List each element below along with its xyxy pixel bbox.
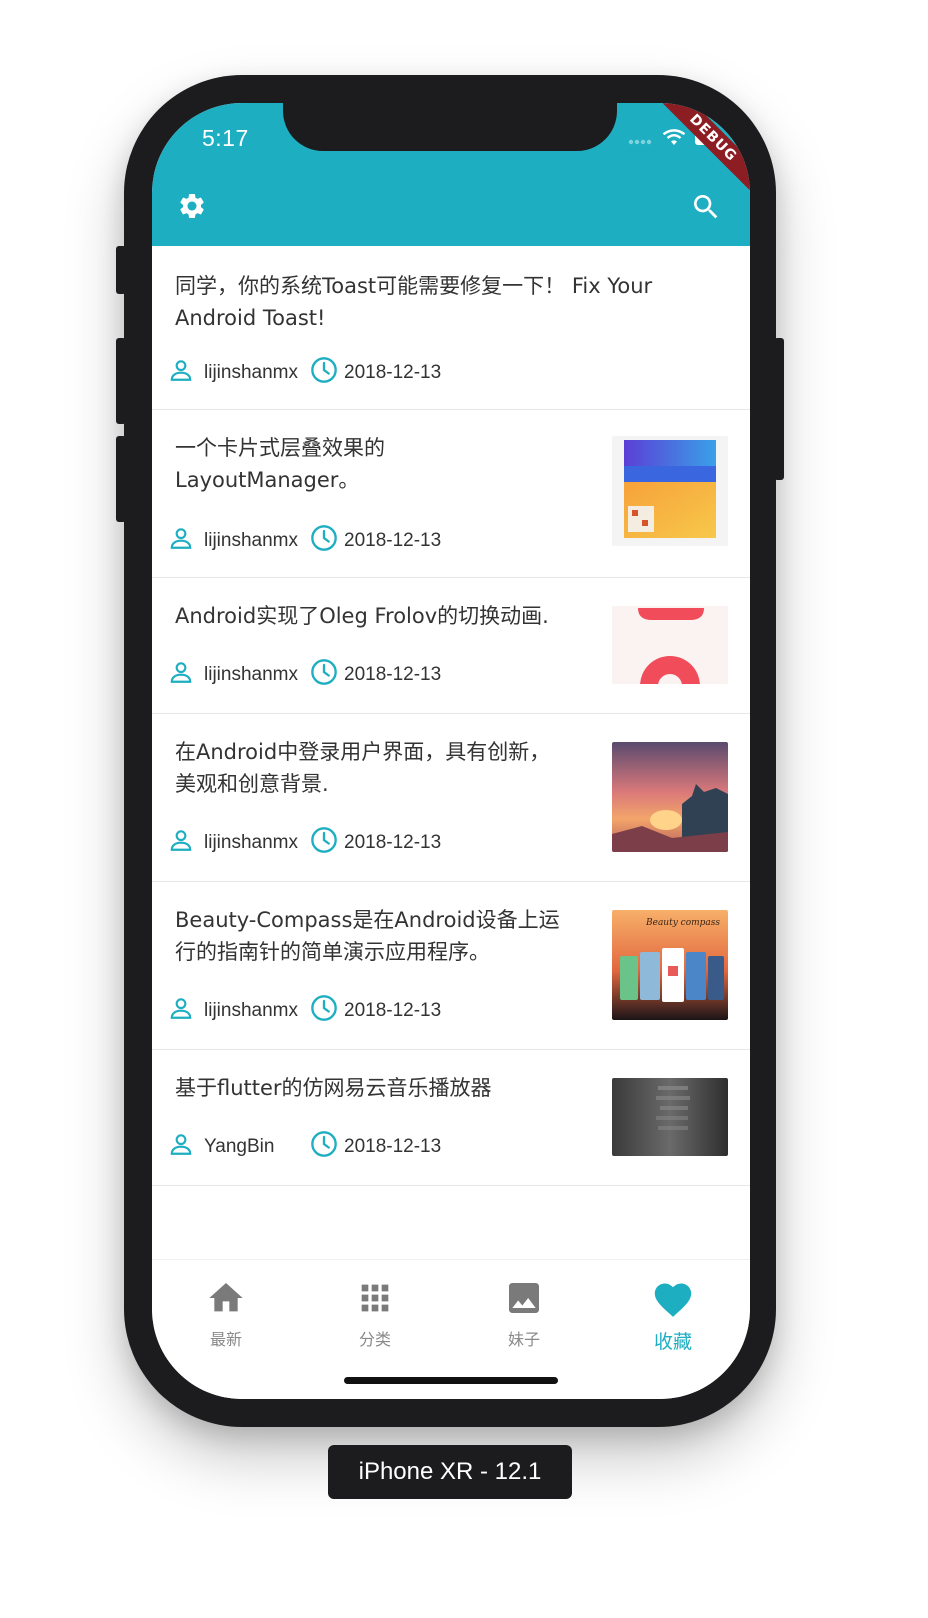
person-icon [168, 827, 194, 859]
article-thumbnail [612, 436, 728, 546]
clock-icon [310, 658, 338, 692]
list-item[interactable]: 一个卡片式层叠效果的 LayoutManager。 lijinshanmx 20… [152, 410, 750, 578]
status-time: 5:17 [202, 125, 249, 151]
clock-icon [310, 994, 338, 1028]
article-date: 2018-12-13 [344, 664, 442, 685]
article-meta: lijinshanmx 2018-12-13 [168, 524, 441, 558]
article-title: Beauty-Compass是在Android设备上运 行的指南针的简单演示应用… [175, 908, 560, 964]
nav-item-girls[interactable]: 妹子 [464, 1278, 584, 1350]
article-author: lijinshanmx [204, 1000, 298, 1021]
list-item[interactable]: 基于flutter的仿网易云音乐播放器 YangBin 2018-12-13 [152, 1050, 750, 1186]
person-icon [168, 357, 194, 389]
article-author: YangBin [204, 1136, 275, 1157]
article-title: 同学，你的系统Toast可能需要修复一下！ Fix Your Android T… [175, 274, 653, 330]
article-author: lijinshanmx [204, 530, 298, 551]
volume-down-button [116, 436, 126, 522]
list-item[interactable]: Android实现了Oleg Frolov的切换动画. lijinshanmx … [152, 578, 750, 714]
article-meta: lijinshanmx 2018-12-13 [168, 994, 441, 1028]
phone-screen: 5:17 DEBUG 同学，你的系统Toast可能需要修复一下！ Fix You… [152, 103, 750, 1399]
person-icon [168, 995, 194, 1027]
person-icon [168, 1131, 194, 1163]
list-item[interactable]: Beauty-Compass是在Android设备上运 行的指南针的简单演示应用… [152, 882, 750, 1050]
article-author: lijinshanmx [204, 832, 298, 853]
article-date: 2018-12-13 [344, 362, 442, 383]
article-meta: lijinshanmx 2018-12-13 [168, 356, 441, 390]
article-title: Android实现了Oleg Frolov的切换动画. [175, 604, 549, 628]
grid-icon [315, 1278, 435, 1322]
article-meta: lijinshanmx 2018-12-13 [168, 826, 441, 860]
search-icon[interactable] [690, 191, 720, 221]
nav-label-latest: 最新 [209, 1330, 242, 1349]
clock-icon [310, 826, 338, 860]
heart-icon [613, 1278, 733, 1323]
article-thumbnail [612, 742, 728, 852]
image-icon [464, 1278, 584, 1322]
article-title: 在Android中登录用户界面，具有创新， 美观和创意背景. [175, 740, 551, 796]
article-date: 2018-12-13 [344, 832, 442, 853]
device-label: iPhone XR - 12.1 [328, 1445, 572, 1499]
thumbnail-caption: Beauty compass [646, 918, 721, 928]
article-author: lijinshanmx [204, 664, 298, 685]
nav-item-category[interactable]: 分类 [315, 1278, 435, 1350]
article-author: lijinshanmx [204, 362, 298, 383]
home-indicator[interactable] [344, 1377, 558, 1384]
nav-label-favorites: 收藏 [653, 1331, 692, 1353]
article-date: 2018-12-13 [344, 1136, 442, 1157]
article-date: 2018-12-13 [344, 530, 442, 551]
home-icon [166, 1278, 286, 1322]
power-button [774, 338, 784, 480]
article-title: 一个卡片式层叠效果的 LayoutManager。 [175, 436, 385, 492]
article-title: 基于flutter的仿网易云音乐播放器 [175, 1076, 492, 1100]
clock-icon [310, 356, 338, 390]
article-meta: YangBin 2018-12-13 [168, 1130, 441, 1164]
nav-item-latest[interactable]: 最新 [166, 1278, 286, 1350]
simulator-stage: 5:17 DEBUG 同学，你的系统Toast可能需要修复一下！ Fix You… [0, 0, 928, 1618]
article-thumbnail [612, 606, 728, 684]
article-date: 2018-12-13 [344, 1000, 442, 1021]
signal-icon [628, 131, 654, 150]
volume-up-button [116, 338, 126, 424]
article-meta: lijinshanmx 2018-12-13 [168, 658, 441, 692]
list-item[interactable]: 在Android中登录用户界面，具有创新， 美观和创意背景. lijinshan… [152, 714, 750, 882]
article-list: 同学，你的系统Toast可能需要修复一下！ Fix Your Android T… [152, 246, 750, 1186]
clock-icon [310, 1130, 338, 1164]
article-thumbnail [612, 1078, 728, 1156]
clock-icon [310, 524, 338, 558]
person-icon [168, 659, 194, 691]
gear-icon[interactable] [177, 191, 207, 221]
mute-switch [116, 246, 126, 294]
list-item[interactable]: 同学，你的系统Toast可能需要修复一下！ Fix Your Android T… [152, 246, 750, 410]
app-bar: 5:17 DEBUG [152, 103, 750, 246]
nav-label-girls: 妹子 [507, 1330, 540, 1349]
person-icon [168, 525, 194, 557]
nav-label-category: 分类 [358, 1330, 391, 1349]
article-thumbnail: Beauty compass [612, 910, 728, 1020]
notch [283, 103, 617, 151]
nav-item-favorites[interactable]: 收藏 [613, 1278, 733, 1354]
wifi-icon [662, 129, 686, 151]
